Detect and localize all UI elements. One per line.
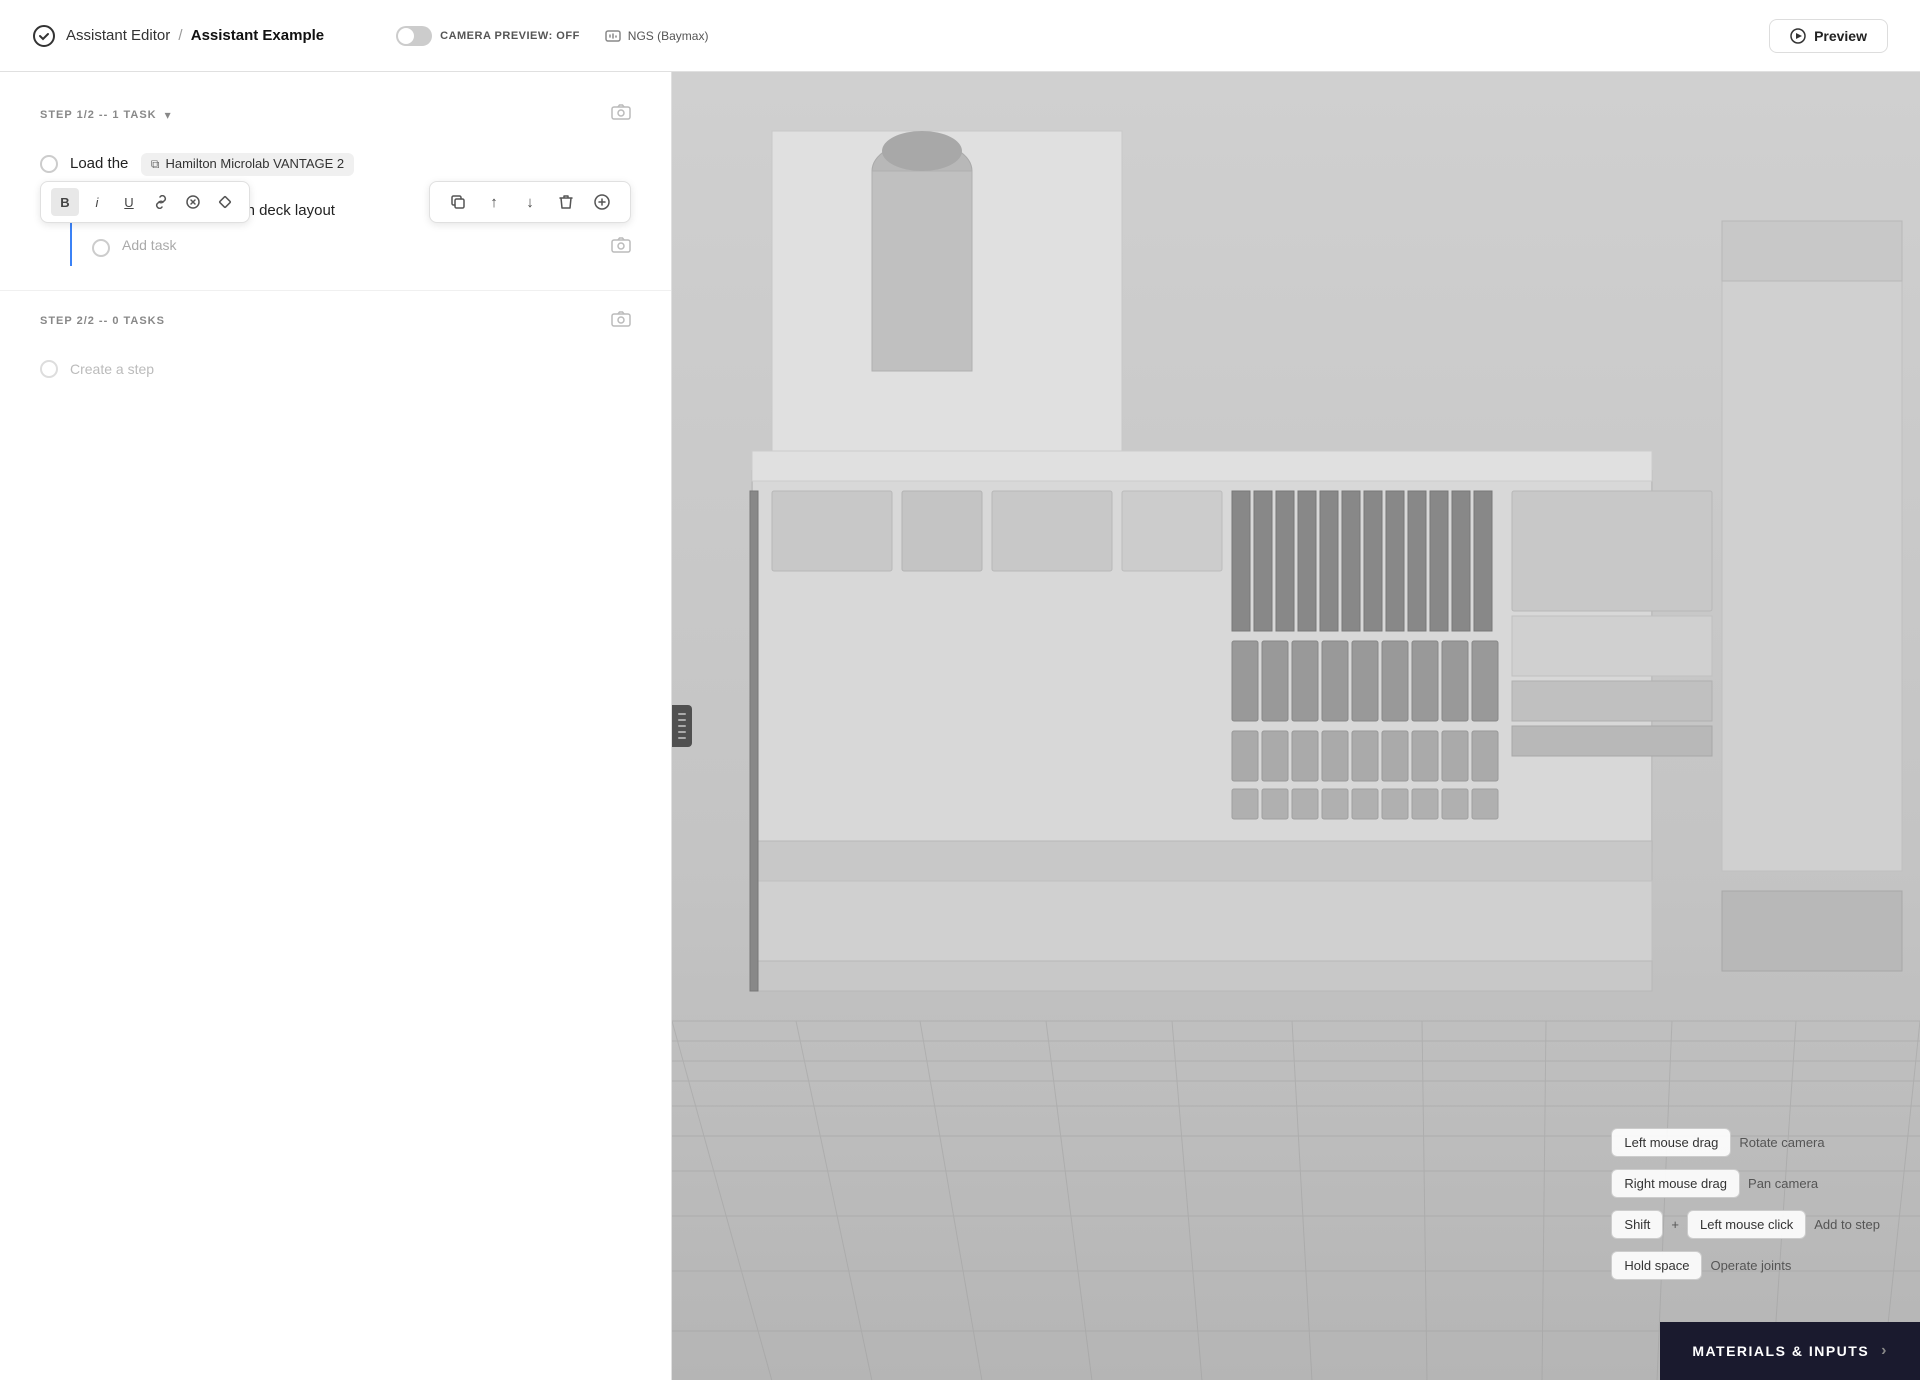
create-step-row: Create a step bbox=[40, 352, 631, 386]
add-button[interactable] bbox=[588, 188, 616, 216]
task-1-prefix: Load the bbox=[70, 155, 128, 172]
ngs-label: NGS (Baymax) bbox=[628, 29, 709, 43]
italic-button[interactable]: i bbox=[83, 188, 111, 216]
step-1-header-left: STEP 1/2 -- 1 TASK ▾ bbox=[40, 108, 171, 122]
hint-rotate-desc: Rotate camera bbox=[1739, 1135, 1824, 1150]
hint-right-drag-key: Right mouse drag bbox=[1611, 1169, 1740, 1198]
task-1-text: Load the ⧉ Hamilton Microlab VANTAGE 2 bbox=[70, 153, 631, 176]
copy-button[interactable] bbox=[444, 188, 472, 216]
move-down-button[interactable]: ↓ bbox=[516, 188, 544, 216]
camera-icon bbox=[611, 104, 631, 120]
camera-preview-toggle-container: CAMERA PREVIEW: OFF bbox=[396, 26, 580, 46]
camera-preview-toggle[interactable] bbox=[396, 26, 432, 46]
camera-preview-label: CAMERA PREVIEW: OFF bbox=[440, 30, 580, 42]
hint-pan-desc: Pan camera bbox=[1748, 1176, 1818, 1191]
app-logo: Assistant Editor / Assistant Example bbox=[32, 24, 324, 48]
side-ruler bbox=[672, 705, 692, 747]
chip-icon: ⧉ bbox=[151, 156, 160, 173]
hint-add-to-step: Shift + Left mouse click Add to step bbox=[1611, 1210, 1880, 1239]
materials-inputs-label: MATERIALS & INPUTS bbox=[1692, 1343, 1869, 1359]
hint-add-desc: Add to step bbox=[1814, 1217, 1880, 1232]
hint-pan: Right mouse drag Pan camera bbox=[1611, 1169, 1880, 1198]
hint-joints-desc: Operate joints bbox=[1710, 1258, 1791, 1273]
step-1-label: STEP 1/2 -- 1 TASK bbox=[40, 109, 157, 121]
hint-rotate: Left mouse drag Rotate camera bbox=[1611, 1128, 1880, 1157]
header-breadcrumb: Assistant Editor / Assistant Example bbox=[66, 27, 324, 44]
step-2-header-left: STEP 2/2 -- 0 TASKS bbox=[40, 315, 165, 327]
camera-hints: Left mouse drag Rotate camera Right mous… bbox=[1611, 1128, 1880, 1280]
add-task-camera-button[interactable] bbox=[611, 237, 631, 258]
action-toolbar: ↑ ↓ bbox=[429, 181, 631, 223]
step-1-camera-button[interactable] bbox=[611, 104, 631, 125]
plus-circle-icon bbox=[594, 194, 610, 210]
header: Assistant Editor / Assistant Example CAM… bbox=[0, 0, 1920, 72]
underline-button[interactable]: U bbox=[115, 188, 143, 216]
camera-icon-add bbox=[611, 237, 631, 253]
camera-icon-step2 bbox=[611, 311, 631, 327]
preview-button[interactable]: Preview bbox=[1769, 19, 1888, 53]
materials-inputs-button[interactable]: MATERIALS & INPUTS › bbox=[1660, 1322, 1920, 1380]
diamond-icon bbox=[218, 195, 232, 209]
hint-hold-space-key: Hold space bbox=[1611, 1251, 1702, 1280]
hint-shift-key: Shift bbox=[1611, 1210, 1663, 1239]
step-2-camera-button[interactable] bbox=[611, 311, 631, 332]
format-toolbar: B i U bbox=[40, 181, 250, 223]
delete-button[interactable] bbox=[552, 188, 580, 216]
step-1-section: STEP 1/2 -- 1 TASK ▾ Load the bbox=[0, 72, 671, 290]
step-2-header: STEP 2/2 -- 0 TASKS bbox=[40, 311, 631, 332]
ngs-badge: NGS (Baymax) bbox=[604, 27, 709, 45]
link-icon bbox=[154, 195, 168, 209]
play-icon bbox=[1790, 28, 1806, 44]
logo-icon bbox=[32, 24, 56, 48]
left-panel: STEP 1/2 -- 1 TASK ▾ Load the bbox=[0, 72, 672, 1380]
step-2-section: STEP 2/2 -- 0 TASKS Create a step bbox=[0, 290, 671, 410]
task-1-chip-label: Hamilton Microlab VANTAGE 2 bbox=[165, 155, 344, 173]
add-task-radio[interactable] bbox=[92, 239, 110, 257]
copy-icon bbox=[450, 194, 466, 210]
move-up-button[interactable]: ↑ bbox=[480, 188, 508, 216]
step-1-dropdown-icon[interactable]: ▾ bbox=[165, 108, 171, 122]
materials-chevron-icon: › bbox=[1881, 1342, 1888, 1360]
add-task-placeholder[interactable]: Add task bbox=[122, 237, 176, 253]
create-step-placeholder[interactable]: Create a step bbox=[70, 361, 154, 377]
preview-label: Preview bbox=[1814, 28, 1867, 44]
task-1-item: Load the ⧉ Hamilton Microlab VANTAGE 2 B… bbox=[40, 145, 631, 184]
hint-left-drag-key: Left mouse drag bbox=[1611, 1128, 1731, 1157]
format-more-button[interactable] bbox=[211, 188, 239, 216]
main-content: STEP 1/2 -- 1 TASK ▾ Load the bbox=[0, 72, 1920, 1380]
hint-operate-joints: Hold space Operate joints bbox=[1611, 1251, 1880, 1280]
remove-format-button[interactable] bbox=[179, 188, 207, 216]
header-controls: CAMERA PREVIEW: OFF NGS (Baymax) bbox=[396, 26, 708, 46]
viewport[interactable]: Left mouse drag Rotate camera Right mous… bbox=[672, 72, 1920, 1380]
trash-icon bbox=[559, 194, 573, 210]
task-1-chip[interactable]: ⧉ Hamilton Microlab VANTAGE 2 bbox=[141, 153, 354, 175]
add-task-item: Add task bbox=[92, 229, 631, 266]
step-2-label: STEP 2/2 -- 0 TASKS bbox=[40, 315, 165, 327]
circle-x-icon bbox=[186, 195, 200, 209]
hint-left-click-key: Left mouse click bbox=[1687, 1210, 1806, 1239]
ngs-icon bbox=[604, 27, 622, 45]
task-1-radio[interactable] bbox=[40, 155, 58, 173]
link-button[interactable] bbox=[147, 188, 175, 216]
create-step-radio[interactable] bbox=[40, 360, 58, 378]
step-1-header: STEP 1/2 -- 1 TASK ▾ bbox=[40, 104, 631, 125]
bold-button[interactable]: B bbox=[51, 188, 79, 216]
